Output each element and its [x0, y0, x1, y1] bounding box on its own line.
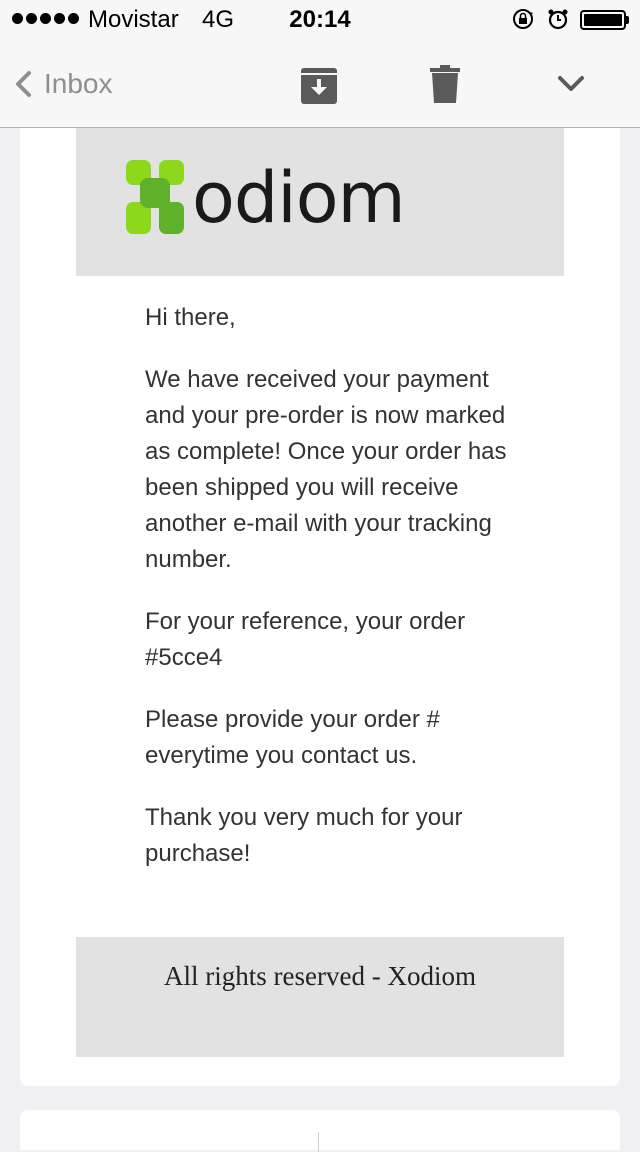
next-message-card [20, 1110, 620, 1152]
logo-wordmark: odiom [192, 157, 406, 239]
xodiom-logo-mark [126, 160, 184, 234]
back-to-inbox-button[interactable]: Inbox [14, 66, 113, 102]
greeting: Hi there, [145, 304, 236, 331]
body-paragraph: Please provide your order # everytime yo… [145, 706, 440, 769]
status-bar: Movistar 4G 20:14 [0, 0, 640, 40]
archive-icon[interactable] [300, 67, 338, 105]
chevron-down-icon[interactable] [556, 74, 586, 94]
email-header-banner: odiom [76, 128, 564, 276]
mail-toolbar: Inbox [0, 40, 640, 128]
clock: 20:14 [289, 6, 351, 33]
rotation-lock-icon [513, 9, 533, 29]
chevron-left-icon [16, 71, 31, 97]
email-message: odiom Hi there, We have received your pa… [20, 128, 620, 1086]
battery-tip [626, 16, 629, 24]
email-footer-banner: All rights reserved - Xodiom [76, 937, 564, 1057]
alarm-icon [548, 9, 568, 30]
xodiom-logo: odiom [126, 157, 406, 239]
footer-text: All rights reserved - Xodiom [164, 961, 476, 991]
email-body: Hi there, We have received your payment … [145, 300, 525, 898]
order-reference: For your reference, your order #5cce4 [145, 608, 466, 671]
back-label: Inbox [44, 68, 113, 99]
closing-paragraph: Thank you very much for your purchase! [145, 804, 463, 867]
body-paragraph: We have received your payment and your p… [145, 366, 507, 573]
divider [318, 1132, 319, 1152]
trash-icon[interactable] [430, 65, 460, 103]
battery-icon [580, 10, 626, 30]
